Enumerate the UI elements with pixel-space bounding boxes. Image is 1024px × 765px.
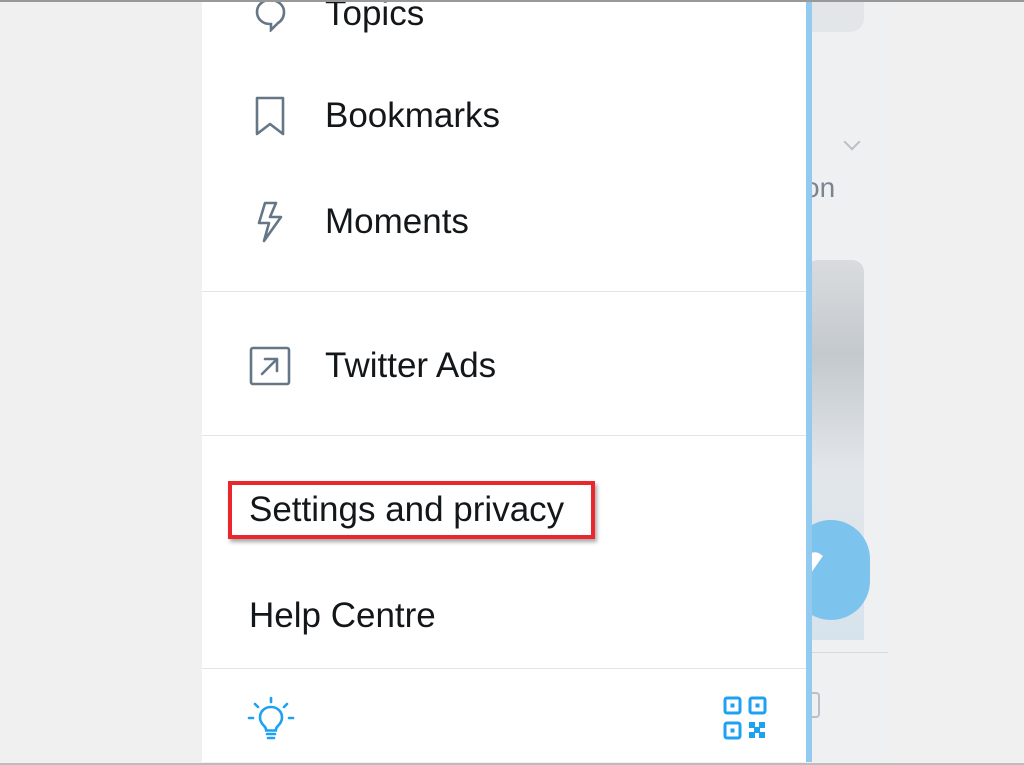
menu-item-label: Bookmarks: [325, 96, 501, 135]
menu-item-label: Help Centre: [249, 596, 436, 635]
qr-code-icon[interactable]: [722, 695, 768, 741]
phone-screen: on Topics Bookmarks Moments Twitter Ads …: [202, 2, 888, 762]
highlight-box: [228, 481, 595, 539]
menu-item-bookmarks[interactable]: Bookmarks: [202, 76, 806, 156]
topics-icon: [248, 2, 292, 36]
screenshot-frame: on Topics Bookmarks Moments Twitter Ads …: [0, 0, 1024, 765]
menu-item-label: Topics: [325, 2, 425, 33]
menu-item-label: Moments: [325, 202, 469, 241]
lightning-icon: [248, 200, 292, 244]
timeline-divider: [802, 652, 888, 653]
drawer-bottom-bar: [202, 668, 806, 762]
menu-divider: [202, 291, 806, 292]
menu-item-help-centre[interactable]: Help Centre: [202, 576, 806, 656]
menu-item-twitter-ads[interactable]: Twitter Ads: [202, 326, 806, 406]
menu-item-label: Twitter Ads: [325, 346, 497, 385]
menu-item-topics[interactable]: Topics: [202, 2, 806, 54]
navigation-drawer: Topics Bookmarks Moments Twitter Ads Set…: [202, 2, 812, 762]
background-timeline: on: [792, 2, 888, 762]
lightbulb-icon[interactable]: [246, 695, 296, 745]
external-arrow-icon: [248, 344, 292, 388]
menu-divider: [202, 435, 806, 436]
menu-item-moments[interactable]: Moments: [202, 182, 806, 262]
chevron-down-icon: [843, 133, 861, 151]
bookmark-icon: [248, 94, 292, 138]
